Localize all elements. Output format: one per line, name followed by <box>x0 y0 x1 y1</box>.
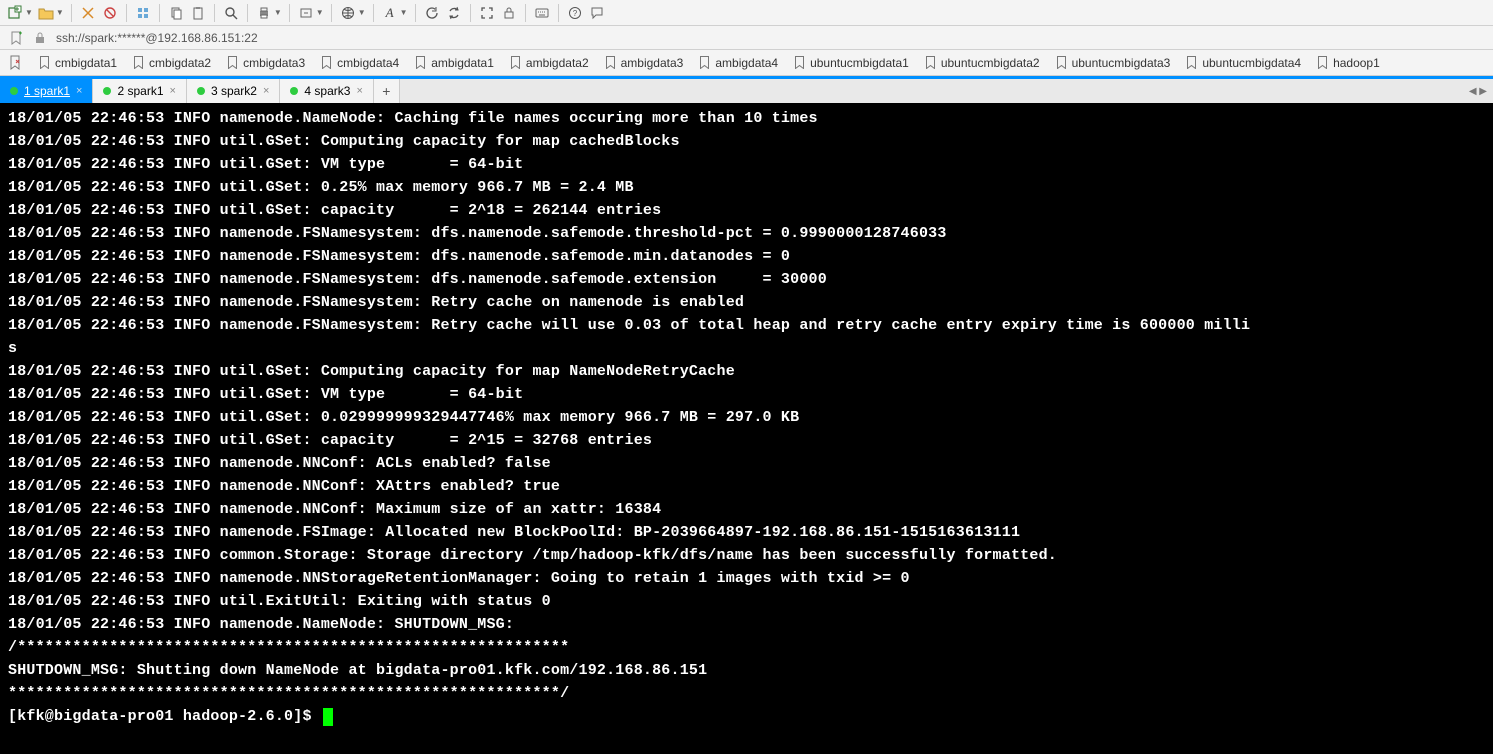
help-icon[interactable]: ? <box>566 4 584 22</box>
bookmark-label: ubuntucmbigdata1 <box>810 56 909 70</box>
bookmark-item[interactable]: ambigdata3 <box>604 54 685 72</box>
svg-text:?: ? <box>572 9 577 18</box>
bookmark-item[interactable]: ambigdata2 <box>509 54 590 72</box>
bookmark-icon <box>925 56 936 69</box>
bookmark-item[interactable]: ubuntucmbigdata2 <box>924 54 1041 72</box>
bookmark-icon <box>415 56 426 69</box>
bookmark-label: ambigdata2 <box>526 56 589 70</box>
close-icon[interactable]: × <box>170 85 176 97</box>
cursor-icon <box>323 708 333 726</box>
lock-icon[interactable] <box>500 4 518 22</box>
shell-prompt: [kfk@bigdata-pro01 hadoop-2.6.0]$ <box>8 705 321 728</box>
ssl-lock-icon <box>32 30 48 46</box>
sync-icon[interactable] <box>445 4 463 22</box>
new-tab-button[interactable]: + <box>374 79 400 103</box>
address-text[interactable]: ssh://spark:******@192.168.86.151:22 <box>56 31 258 45</box>
bookmark-item[interactable]: ambigdata4 <box>698 54 779 72</box>
close-icon[interactable]: × <box>76 85 82 97</box>
bookmark-label: cmbigdata1 <box>55 56 117 70</box>
dropdown-icon[interactable]: ▼ <box>274 8 282 17</box>
tab-label: 2 spark1 <box>117 84 163 98</box>
session-tab[interactable]: 3 spark2 × <box>187 79 280 103</box>
keyboard-icon[interactable] <box>533 4 551 22</box>
dropdown-icon[interactable]: ▼ <box>400 8 408 17</box>
globe-icon[interactable] <box>339 4 357 22</box>
tab-label: 4 spark3 <box>304 84 350 98</box>
bookmark-item[interactable]: cmbigdata1 <box>38 54 118 72</box>
new-session-icon[interactable] <box>6 4 24 22</box>
reconnect-icon[interactable] <box>79 4 97 22</box>
bookmark-item[interactable]: cmbigdata3 <box>226 54 306 72</box>
bookmark-icon <box>1317 56 1328 69</box>
bookmark-label: ambigdata1 <box>431 56 494 70</box>
paste-icon[interactable] <box>189 4 207 22</box>
bookmark-label: cmbigdata4 <box>337 56 399 70</box>
bookmark-icon <box>1056 56 1067 69</box>
fullscreen-icon[interactable] <box>478 4 496 22</box>
close-icon[interactable]: × <box>263 85 269 97</box>
print-icon[interactable] <box>255 4 273 22</box>
bookmark-icon <box>605 56 616 69</box>
bookmark-icon <box>133 56 144 69</box>
bookmark-label: ubuntucmbigdata4 <box>1202 56 1301 70</box>
bookmark-item[interactable]: hadoop1 <box>1316 54 1381 72</box>
bookmark-item[interactable]: cmbigdata2 <box>132 54 212 72</box>
dropdown-icon[interactable]: ▼ <box>316 8 324 17</box>
copy-icon[interactable] <box>167 4 185 22</box>
dropdown-icon[interactable]: ▼ <box>25 8 33 17</box>
font-icon[interactable]: A <box>381 4 399 22</box>
bookmark-icon <box>794 56 805 69</box>
bookmark-icon <box>699 56 710 69</box>
bookmark-label: ubuntucmbigdata2 <box>941 56 1040 70</box>
session-tab[interactable]: 4 spark3 × <box>280 79 373 103</box>
session-tab[interactable]: 1 spark1 × <box>0 79 93 103</box>
terminal-log: 18/01/05 22:46:53 INFO namenode.NameNode… <box>8 107 1485 705</box>
session-tab[interactable]: 2 spark1 × <box>93 79 186 103</box>
bookmark-bar: cmbigdata1 cmbigdata2 cmbigdata3 cmbigdata4… <box>0 50 1493 76</box>
bookmark-icon <box>510 56 521 69</box>
bookmark-item[interactable]: ambigdata1 <box>414 54 495 72</box>
search-icon[interactable] <box>222 4 240 22</box>
add-bookmark-icon[interactable] <box>8 30 24 46</box>
bookmark-item[interactable]: cmbigdata4 <box>320 54 400 72</box>
bookmark-label: cmbigdata2 <box>149 56 211 70</box>
refresh-icon[interactable] <box>423 4 441 22</box>
main-toolbar: ▼ ▼ ▼ ▼ ▼ A ▼ <box>0 0 1493 26</box>
status-dot-icon <box>103 87 111 95</box>
chat-icon[interactable] <box>588 4 606 22</box>
bookmark-icon <box>1186 56 1197 69</box>
encoding-icon[interactable] <box>297 4 315 22</box>
bookmark-label: ambigdata3 <box>621 56 684 70</box>
status-dot-icon <box>290 87 298 95</box>
terminal-output[interactable]: 18/01/05 22:46:53 INFO namenode.NameNode… <box>0 103 1493 754</box>
bookmark-icon <box>39 56 50 69</box>
tab-label: 3 spark2 <box>211 84 257 98</box>
status-dot-icon <box>10 87 18 95</box>
status-dot-icon <box>197 87 205 95</box>
bookmark-icon <box>321 56 332 69</box>
profiles-icon[interactable] <box>134 4 152 22</box>
bookmark-label: cmbigdata3 <box>243 56 305 70</box>
bookmark-item[interactable]: ubuntucmbigdata1 <box>793 54 910 72</box>
bookmark-icon <box>227 56 238 69</box>
tab-label: 1 spark1 <box>24 84 70 98</box>
close-icon[interactable]: × <box>356 85 362 97</box>
dropdown-icon[interactable]: ▼ <box>56 8 64 17</box>
bookmark-label: hadoop1 <box>1333 56 1380 70</box>
tab-strip: 1 spark1 × 2 spark1 × 3 spark2 × 4 spark3 × + ◀… <box>0 76 1493 103</box>
bookmark-label: ambigdata4 <box>715 56 778 70</box>
address-bar: ssh://spark:******@192.168.86.151:22 <box>0 26 1493 50</box>
bookmark-manager-icon[interactable] <box>6 54 24 72</box>
disconnect-icon[interactable] <box>101 4 119 22</box>
open-icon[interactable] <box>37 4 55 22</box>
dropdown-icon[interactable]: ▼ <box>358 8 366 17</box>
bookmark-label: ubuntucmbigdata3 <box>1072 56 1171 70</box>
bookmark-item[interactable]: ubuntucmbigdata3 <box>1055 54 1172 72</box>
tab-overflow-icon[interactable]: ◀ ▶ <box>1463 79 1493 103</box>
bookmark-item[interactable]: ubuntucmbigdata4 <box>1185 54 1302 72</box>
